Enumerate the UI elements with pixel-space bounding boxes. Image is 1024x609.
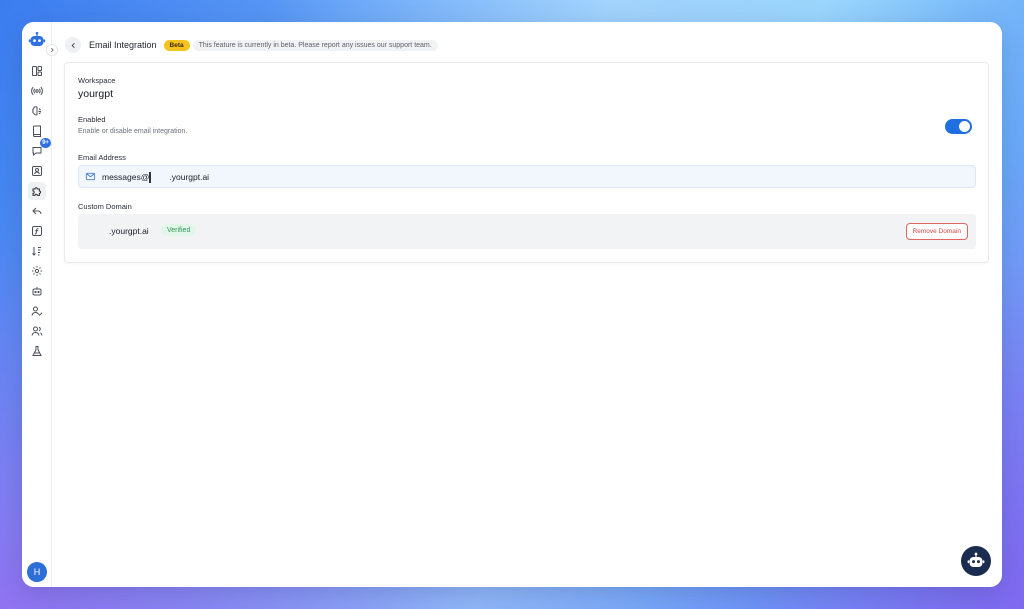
sidebar-collapse-toggle[interactable] bbox=[46, 44, 58, 56]
sidebar-item-brain[interactable] bbox=[28, 102, 46, 120]
back-button[interactable] bbox=[65, 37, 81, 53]
sidebar: 9+ H bbox=[22, 22, 52, 587]
flask-icon bbox=[32, 346, 42, 356]
sidebar-item-assigned[interactable] bbox=[28, 302, 46, 320]
email-domain: .yourgpt.ai bbox=[169, 171, 210, 182]
chevron-left-icon bbox=[71, 42, 75, 48]
user-avatar[interactable]: H bbox=[27, 562, 47, 582]
email-address-label: Email Address bbox=[78, 153, 126, 162]
sidebar-item-integrations[interactable] bbox=[28, 182, 46, 200]
beta-badge: Beta bbox=[163, 39, 190, 51]
sidebar-item-contacts[interactable] bbox=[28, 162, 46, 180]
settings-icon bbox=[32, 266, 42, 276]
email-address-field[interactable]: messages@ .yourgpt.ai bbox=[78, 165, 976, 188]
page-header: Email Integration Beta This feature is c… bbox=[65, 37, 438, 53]
page-title: Email Integration bbox=[89, 40, 157, 50]
robot-icon bbox=[32, 287, 42, 296]
beta-notice: This feature is currently in beta. Pleas… bbox=[192, 39, 438, 51]
custom-domain-name: .yourgpt.ai bbox=[109, 226, 149, 236]
sidebar-item-labs[interactable] bbox=[28, 342, 46, 360]
reply-icon bbox=[32, 207, 42, 215]
custom-domain-row: .yourgpt.ai Verified Remove Domain bbox=[78, 214, 976, 249]
custom-domain-label: Custom Domain bbox=[78, 202, 132, 211]
enabled-label: Enabled bbox=[78, 115, 106, 124]
verified-badge: Verified bbox=[161, 224, 197, 236]
app-window: 9+ H Email Integration Beta This feature… bbox=[22, 22, 1002, 587]
chat-launcher-button[interactable] bbox=[961, 546, 991, 576]
mail-icon bbox=[85, 172, 96, 181]
user-check-icon bbox=[31, 306, 43, 316]
chevron-right-icon bbox=[50, 47, 54, 53]
sidebar-item-chat[interactable]: 9+ bbox=[28, 138, 51, 160]
sidebar-item-team[interactable] bbox=[28, 322, 46, 340]
workspace-value: yourgpt bbox=[78, 88, 114, 100]
function-icon bbox=[32, 226, 42, 236]
sidebar-item-sort[interactable] bbox=[28, 242, 46, 260]
sidebar-item-dashboard[interactable] bbox=[28, 62, 46, 80]
sidebar-item-broadcast[interactable] bbox=[28, 82, 46, 100]
book-icon bbox=[33, 125, 41, 137]
enabled-help: Enable or disable email integration. bbox=[78, 128, 188, 135]
remove-domain-button[interactable]: Remove Domain bbox=[905, 223, 968, 240]
sidebar-item-settings[interactable] bbox=[28, 262, 46, 280]
sidebar-item-bots[interactable] bbox=[28, 282, 46, 300]
brain-icon bbox=[32, 106, 41, 116]
sidebar-item-replies[interactable] bbox=[28, 202, 46, 220]
users-icon bbox=[31, 326, 43, 336]
brand-logo[interactable] bbox=[28, 31, 46, 49]
sidebar-item-functions[interactable] bbox=[28, 222, 46, 240]
broadcast-icon bbox=[31, 86, 43, 96]
unread-badge: 9+ bbox=[40, 138, 51, 148]
puzzle-icon bbox=[32, 187, 42, 196]
toggle-knob bbox=[959, 121, 970, 132]
robot-icon bbox=[967, 552, 985, 567]
enabled-toggle[interactable] bbox=[945, 119, 972, 134]
email-settings-card: Workspace yourgpt Enabled Enable or disa… bbox=[64, 62, 989, 263]
contact-icon bbox=[32, 166, 42, 176]
email-prefix: messages@ bbox=[102, 171, 150, 182]
workspace-label: Workspace bbox=[78, 76, 116, 85]
dashboard-icon bbox=[32, 66, 42, 76]
text-caret bbox=[149, 172, 152, 183]
sort-icon bbox=[32, 247, 41, 256]
